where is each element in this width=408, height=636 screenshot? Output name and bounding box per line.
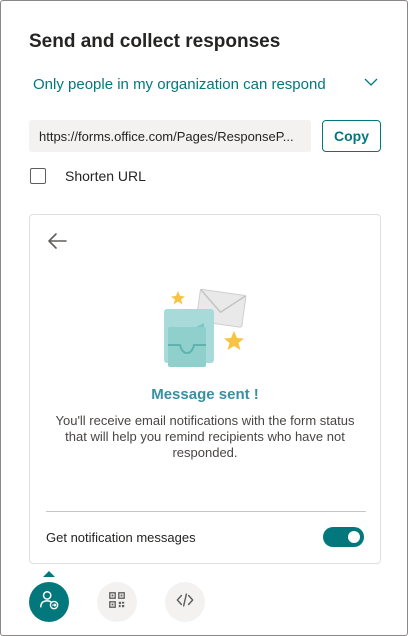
send-to-people-tab[interactable]	[29, 582, 69, 622]
shorten-url-option[interactable]: Shorten URL	[30, 168, 146, 184]
embed-code-icon	[176, 591, 194, 614]
card-divider	[46, 511, 366, 512]
toggle-knob	[348, 531, 360, 543]
send-collect-panel: Send and collect responses Only people i…	[0, 0, 408, 636]
shorten-url-label: Shorten URL	[65, 168, 146, 184]
chevron-down-icon	[363, 74, 379, 94]
notification-toggle[interactable]	[323, 527, 364, 547]
message-sent-card: Message sent ! You'll receive email noti…	[29, 214, 381, 564]
response-url-field[interactable]: https://forms.office.com/Pages/ResponseP…	[29, 120, 311, 152]
copy-button[interactable]: Copy	[322, 120, 381, 152]
message-sent-illustration	[156, 287, 256, 371]
panel-title: Send and collect responses	[29, 31, 281, 52]
message-sent-title: Message sent !	[151, 386, 259, 403]
qr-code-tab[interactable]	[97, 582, 137, 622]
shorten-url-checkbox[interactable]	[30, 168, 46, 184]
response-url-text: https://forms.office.com/Pages/ResponseP…	[39, 128, 294, 144]
embed-tab[interactable]	[165, 582, 205, 622]
audience-dropdown[interactable]: Only people in my organization can respo…	[33, 71, 379, 97]
active-tab-pointer	[43, 571, 55, 577]
qr-code-icon	[108, 591, 126, 614]
share-person-icon	[38, 589, 60, 616]
message-sent-description: You'll receive email notifications with …	[55, 413, 355, 460]
notification-label: Get notification messages	[46, 530, 196, 545]
arrow-left-icon[interactable]	[46, 231, 68, 251]
audience-selected-value: Only people in my organization can respo…	[33, 75, 326, 93]
